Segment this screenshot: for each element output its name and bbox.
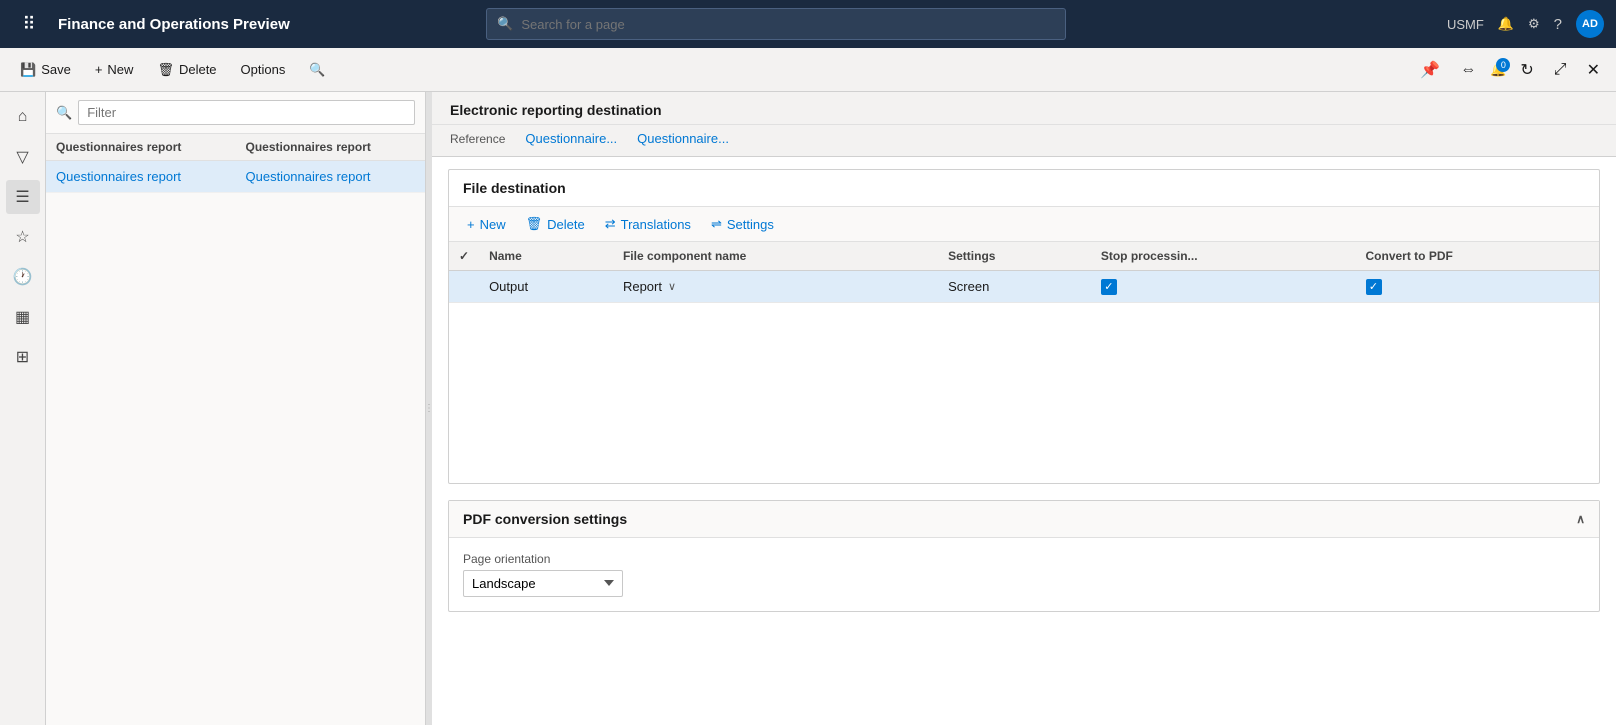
sidebar-icons: ⌂ ▽ ☰ ☆ 🕐 ▦ ⊞ (0, 92, 46, 725)
row-convert-pdf-cell: ✓ (1356, 271, 1600, 303)
filter-input[interactable] (78, 100, 415, 125)
refresh-icon[interactable]: ↻ (1514, 56, 1539, 84)
save-button[interactable]: 💾 Save (10, 58, 81, 82)
reference-value-2[interactable]: Questionnaire... (637, 131, 729, 146)
delete-sub-icon: 🗑 (526, 216, 543, 232)
sidebar-item-home[interactable]: ⌂ (6, 100, 40, 134)
toolbar-search-icon[interactable]: 🔍 (299, 58, 335, 82)
sidebar-item-favorites[interactable]: ☆ (6, 220, 40, 254)
page-orientation-field: Page orientation Landscape Portrait (463, 552, 1585, 597)
translations-button[interactable]: ⇄ Translations (597, 213, 699, 235)
page-orientation-select[interactable]: Landscape Portrait (463, 570, 623, 597)
pin-icon[interactable]: 📌 (1414, 56, 1446, 84)
gear-icon[interactable]: ⚙ (1528, 16, 1540, 32)
col-header-stop-proc: Stop processin... (1091, 242, 1356, 271)
er-destination-title: Electronic reporting destination (450, 102, 1598, 118)
search-input[interactable] (521, 17, 1055, 32)
er-destination-header: Electronic reporting destination (432, 92, 1616, 125)
collapse-icon[interactable]: ∧ (1576, 512, 1585, 526)
list-item[interactable]: Questionnaires report Questionnaires rep… (46, 161, 425, 193)
search-icon: 🔍 (497, 16, 513, 32)
notification-badge[interactable]: 🔔 0 (1490, 62, 1506, 78)
col-header-1: Questionnaires report (46, 134, 236, 160)
stop-proc-checkbox[interactable]: ✓ (1101, 279, 1117, 295)
right-panel: Electronic reporting destination Referen… (432, 92, 1616, 725)
toolbar-right: 📌 ⇔ 🔔 0 ↻ ⤢ ✕ (1414, 56, 1606, 84)
new-icon: + (467, 217, 475, 232)
hamburger-menu-icon[interactable]: ⠿ (12, 7, 46, 41)
top-nav: ⠿ Finance and Operations Preview 🔍 USMF … (0, 0, 1616, 48)
new-plus-icon: + (95, 62, 103, 77)
file-destination-title: File destination (449, 170, 1599, 207)
filter-icon: ▽ (16, 147, 28, 167)
clock-icon: 🕐 (13, 267, 33, 287)
search-bar[interactable]: 🔍 (486, 8, 1066, 40)
col-header-2: Questionnaires report (236, 134, 426, 160)
settings-sub-icon: ⇌ (711, 216, 722, 232)
translate-icon: ⇄ (605, 216, 616, 232)
dropdown-arrow-icon[interactable]: ∨ (668, 280, 676, 293)
sidebar-item-clock[interactable]: 🕐 (6, 260, 40, 294)
col-header-name: Name (479, 242, 613, 271)
calendar-icon: ▦ (15, 307, 30, 327)
app-title: Finance and Operations Preview (58, 16, 290, 33)
left-panel: 🔍 Questionnaires report Questionnaires r… (46, 92, 426, 725)
main-layout: ⌂ ▽ ☰ ☆ 🕐 ▦ ⊞ 🔍 Questionnaires report Qu… (0, 92, 1616, 725)
pdf-conversion-section: PDF conversion settings ∧ Page orientati… (448, 500, 1600, 612)
col-header-check: ✓ (449, 242, 479, 271)
star-icon: ☆ (15, 227, 29, 247)
modules-icon: ⊞ (16, 347, 29, 367)
row-settings-cell: Screen (938, 271, 1091, 303)
col-header-file-component: File component name (613, 242, 938, 271)
nav-right: USMF 🔔 ⚙ ? AD (1447, 10, 1604, 38)
reference-row: Reference Questionnaire... Questionnaire… (432, 125, 1616, 157)
pdf-section-title: PDF conversion settings ∧ (449, 501, 1599, 538)
file-dest-table: ✓ Name File component name Settings Stop… (449, 242, 1599, 303)
reference-label: Reference (450, 132, 505, 146)
main-toolbar: 💾 Save + New 🗑 Delete Options 🔍 📌 ⇔ 🔔 0 … (0, 48, 1616, 92)
file-dest-new-button[interactable]: + New (459, 214, 514, 235)
compare-icon[interactable]: ⇔ (1454, 57, 1482, 83)
list-header: Questionnaires report Questionnaires rep… (46, 134, 425, 161)
avatar[interactable]: AD (1576, 10, 1604, 38)
sidebar-item-list[interactable]: ☰ (6, 180, 40, 214)
file-dest-delete-button[interactable]: 🗑 Delete (518, 213, 593, 235)
filter-search-icon: 🔍 (56, 105, 72, 121)
row-check-cell (449, 271, 479, 303)
col-header-convert-pdf: Convert to PDF (1356, 242, 1600, 271)
options-button[interactable]: Options (231, 58, 296, 81)
new-button[interactable]: + New (85, 58, 144, 81)
close-icon[interactable]: ✕ (1581, 56, 1606, 84)
list-icon: ☰ (15, 187, 29, 207)
convert-pdf-checkbox[interactable]: ✓ (1366, 279, 1382, 295)
reference-value-1[interactable]: Questionnaire... (525, 131, 617, 146)
pdf-content: Page orientation Landscape Portrait (449, 538, 1599, 611)
table-row[interactable]: Output Report ∨ Screen ✓ ✓ (449, 271, 1599, 303)
list-item-col2: Questionnaires report (236, 161, 426, 192)
delete-icon: 🗑 (157, 62, 174, 78)
search-toolbar-icon: 🔍 (309, 62, 325, 78)
help-icon[interactable]: ? (1554, 16, 1562, 33)
file-dest-toolbar: + New 🗑 Delete ⇄ Translations ⇌ Settings (449, 207, 1599, 242)
table-empty-area (449, 303, 1599, 483)
sidebar-item-calendar[interactable]: ▦ (6, 300, 40, 334)
environment-label: USMF (1447, 17, 1484, 32)
save-icon: 💾 (20, 62, 36, 78)
page-orientation-label: Page orientation (463, 552, 1585, 566)
bell-icon[interactable]: 🔔 (1498, 16, 1514, 32)
col-header-settings: Settings (938, 242, 1091, 271)
row-name-cell: Output (479, 271, 613, 303)
list-item-col1: Questionnaires report (46, 161, 236, 192)
sidebar-item-filter[interactable]: ▽ (6, 140, 40, 174)
checkmark-icon: ✓ (459, 249, 469, 263)
expand-icon[interactable]: ⤢ (1548, 57, 1573, 83)
delete-button[interactable]: 🗑 Delete (147, 58, 226, 82)
row-stop-proc-cell: ✓ (1091, 271, 1356, 303)
sidebar-item-modules[interactable]: ⊞ (6, 340, 40, 374)
filter-row: 🔍 (46, 92, 425, 134)
file-destination-section: File destination + New 🗑 Delete ⇄ Transl… (448, 169, 1600, 484)
home-icon: ⌂ (18, 108, 28, 126)
settings-button[interactable]: ⇌ Settings (703, 213, 782, 235)
row-file-component-cell: Report ∨ (613, 271, 938, 303)
